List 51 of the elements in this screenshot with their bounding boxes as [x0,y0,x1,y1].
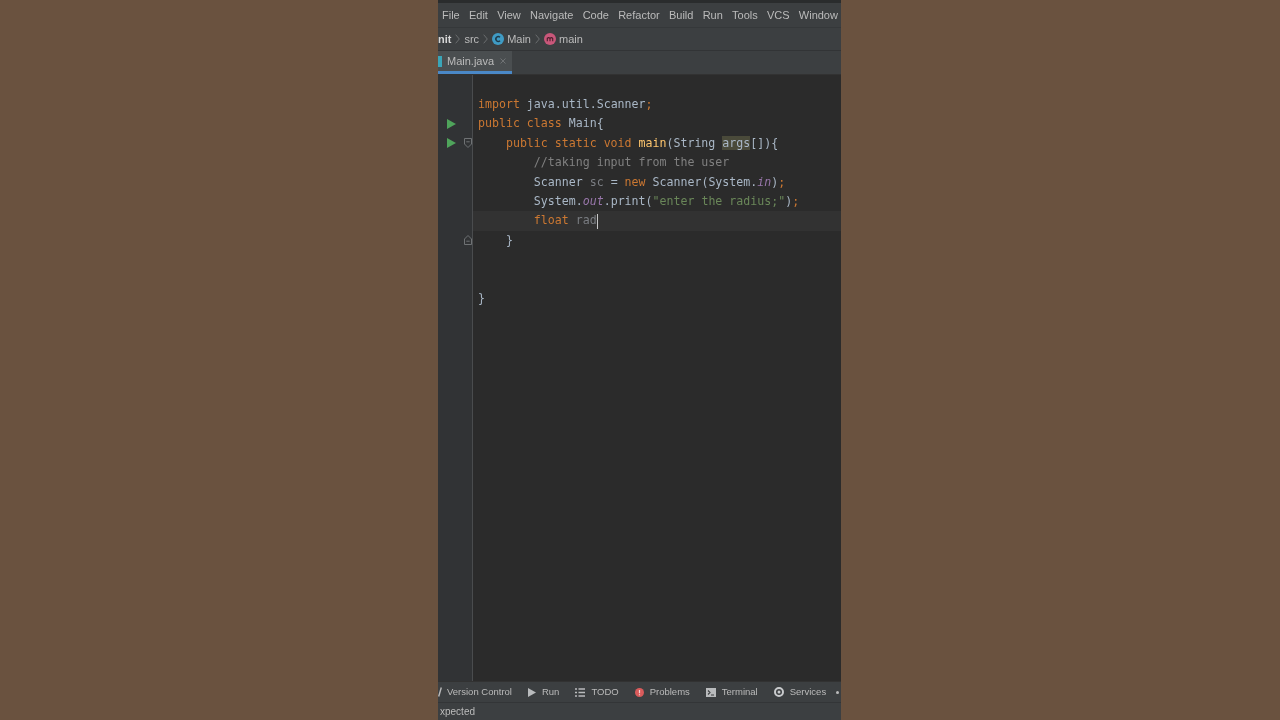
editor-tab[interactable]: Main.java [438,51,513,74]
breadcrumb-item[interactable]: Main [492,32,531,46]
play-icon[interactable] [447,138,456,149]
play-icon[interactable] [447,119,456,130]
code-line: Scanner sc = new Scanner(System.in); [533,173,786,191]
menu-item[interactable]: View [497,8,521,22]
code-line: } [478,289,485,307]
menu-item[interactable]: Edit [468,8,488,22]
status-message: xpected [439,705,476,718]
error-icon [634,687,644,697]
menu-item[interactable]: Code [582,8,609,22]
menu-item[interactable]: Tools [732,8,758,22]
code-line: System.out.print("enter the radius;"); [533,192,800,210]
tool-window-button[interactable]: Terminal [705,686,758,698]
play-icon [527,687,536,697]
menu-item[interactable]: VCS [766,8,790,22]
menu-item[interactable]: Window [798,8,838,22]
chevron-icon [483,34,489,44]
tool-window-button[interactable]: Version Control [438,686,512,698]
code-line: float rad [533,212,597,230]
chevron-icon [534,34,540,44]
code-line: } [505,231,513,249]
ring-icon [773,687,784,697]
code-line: import java.util.Scanner; [478,96,653,113]
chevron-icon [455,34,461,44]
menu-item[interactable]: Build [668,8,694,22]
class-icon [492,33,505,45]
terminal-icon [705,687,716,697]
dot-icon[interactable] [836,690,840,694]
method-icon [543,33,556,45]
menu-item[interactable]: Refactor [618,8,660,22]
menu-item[interactable]: Navigate [530,8,574,22]
fold-icon[interactable] [464,138,472,149]
slash-icon [438,687,442,697]
list-icon [575,687,586,697]
tool-window-button[interactable]: Run [527,686,560,698]
tool-window-button[interactable]: Problems [634,686,690,698]
code-line: //taking input from the user [533,154,730,172]
breadcrumb-item[interactable]: nit [438,32,452,46]
tool-window-button[interactable]: Services [773,686,827,698]
breadcrumb-item[interactable]: src [464,32,480,46]
close-icon[interactable] [500,58,507,64]
text-caret [596,213,599,229]
menu-item[interactable]: Run [702,8,723,22]
breadcrumb-item[interactable]: main [543,32,583,46]
fold-icon[interactable] [464,235,472,246]
code-line: public static void main(String args[]){ [505,134,779,152]
menu-item[interactable]: File [442,8,460,22]
file-icon [438,55,442,67]
code-line: public class Main{ [478,115,604,133]
tool-window-button[interactable]: TODO [575,686,619,698]
